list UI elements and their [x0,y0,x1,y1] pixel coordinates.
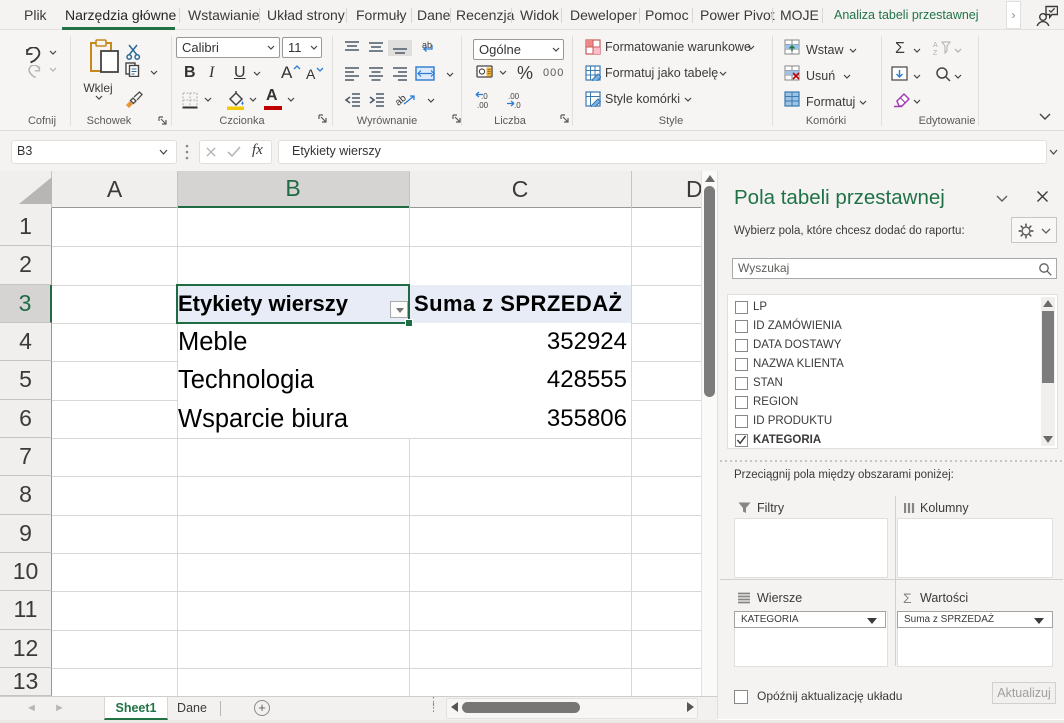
svg-text:Z: Z [933,50,938,56]
svg-text:.0: .0 [481,92,488,101]
svg-text:.00: .00 [508,92,520,101]
svg-text:.00: .00 [477,101,489,110]
svg-text:.0: .0 [514,101,521,110]
svg-text:ab: ab [393,93,409,108]
svg-text:A: A [933,42,938,49]
